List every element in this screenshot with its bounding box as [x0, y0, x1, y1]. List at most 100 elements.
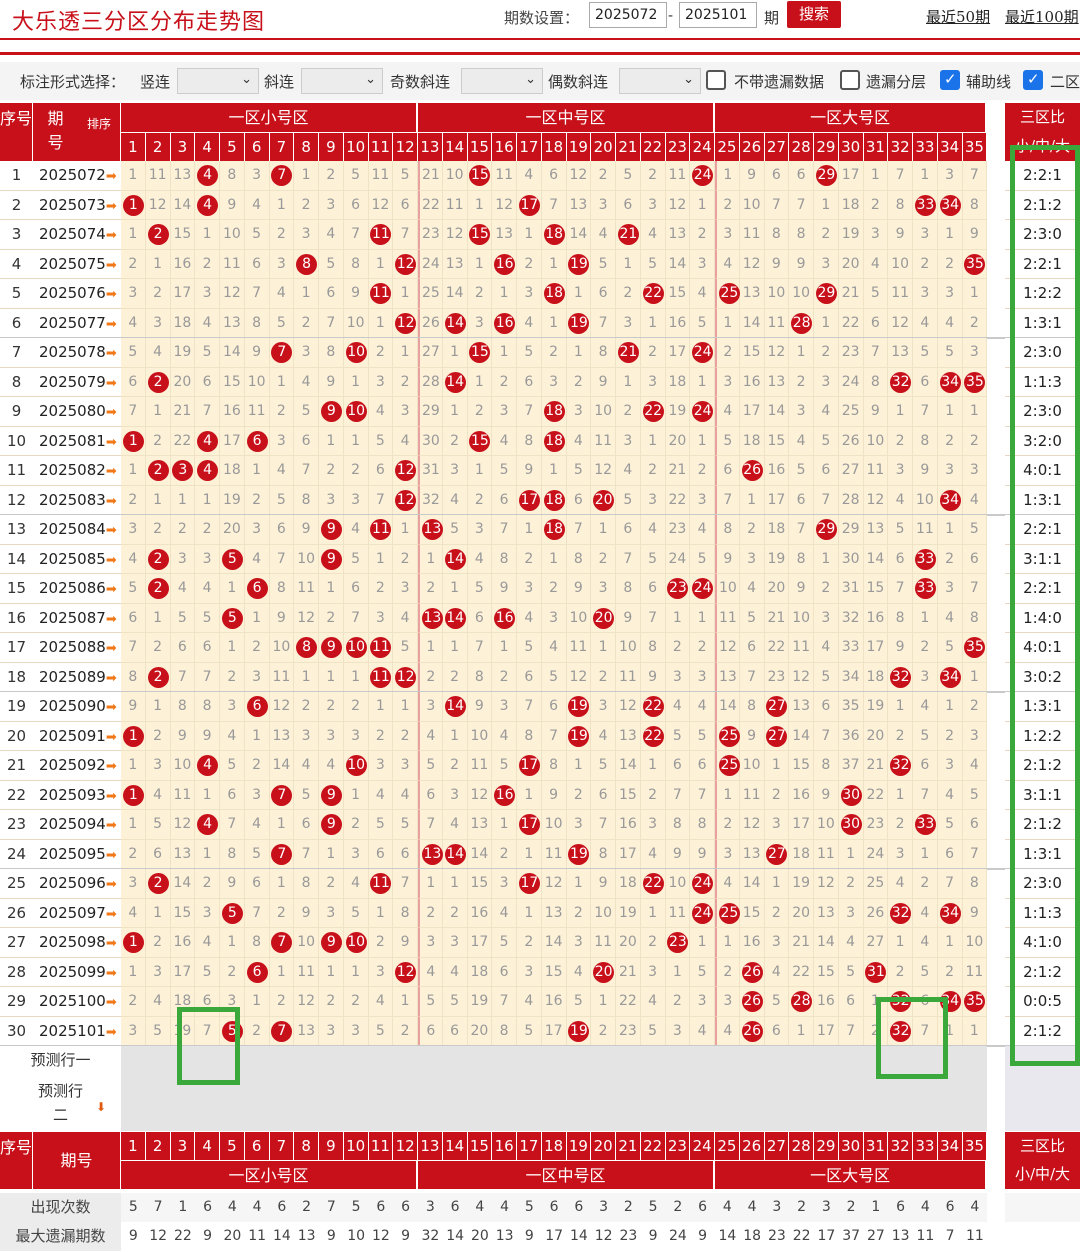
- odd-diagonal-select[interactable]: ⌄: [461, 68, 543, 94]
- number-cell: 6: [838, 987, 864, 1017]
- number-cell: 3: [195, 544, 220, 574]
- number-cell: 14: [442, 692, 468, 722]
- number-cell: 1: [492, 279, 517, 309]
- zone-two-checkbox[interactable]: [1023, 70, 1043, 90]
- number-cell: 17: [220, 426, 245, 456]
- number-cell: 6: [467, 603, 493, 633]
- drawn-number-ball: 5: [221, 607, 243, 629]
- number-cell: 11: [442, 190, 468, 220]
- number-cell: 16: [170, 928, 196, 958]
- number-cell: 7: [962, 839, 988, 869]
- number-cell: 16: [665, 308, 691, 338]
- arrow-right-icon: ➡: [105, 405, 117, 420]
- number-cell: 21: [418, 161, 443, 191]
- number-cell: 6: [888, 544, 913, 574]
- number-cell: 16: [541, 987, 567, 1017]
- number-cell: 4: [368, 780, 394, 810]
- miss-layer-checkbox[interactable]: [840, 70, 860, 90]
- max-miss-cell: 17: [814, 1222, 839, 1251]
- prediction-row-2[interactable]: [121, 1075, 988, 1131]
- number-cell: 16: [814, 987, 839, 1017]
- number-cell: 9: [764, 249, 790, 279]
- vertical-select[interactable]: ⌄: [177, 68, 259, 94]
- number-cell: 31: [838, 574, 864, 604]
- search-button[interactable]: 搜索: [787, 1, 841, 28]
- number-cell: 5: [888, 515, 913, 545]
- footer-number-header: 8: [294, 1131, 319, 1160]
- arrow-right-icon: ➡: [105, 759, 117, 774]
- period-unit-label: 期: [764, 9, 780, 27]
- aux-line-checkbox[interactable]: [940, 70, 960, 90]
- prediction-row-1[interactable]: [121, 1046, 988, 1075]
- number-cell: 6: [541, 161, 567, 191]
- number-cell: 2: [319, 603, 344, 633]
- number-cell: 6: [244, 426, 270, 456]
- number-cell: 34: [937, 190, 963, 220]
- number-cell: 2: [665, 633, 691, 663]
- footer-number-header: 2: [145, 1131, 171, 1160]
- number-cell: 30: [838, 544, 864, 574]
- arrow-down-icon[interactable]: ⬇: [96, 1095, 106, 1119]
- number-cell: 7: [121, 633, 146, 663]
- number-cell: 10: [739, 190, 765, 220]
- number-cell: 2: [913, 869, 938, 899]
- number-cell: 15: [764, 426, 790, 456]
- number-cell: 5: [591, 249, 616, 279]
- number-cell: 4: [665, 692, 691, 722]
- number-cell: 1: [145, 485, 171, 515]
- drawn-number-ball: 1: [122, 194, 144, 216]
- drawn-number-ball: 7: [271, 165, 293, 187]
- number-cell: 6: [962, 810, 988, 840]
- zone-header-3: 一区大号区: [715, 103, 988, 132]
- footer-number-header: 21: [616, 1131, 641, 1160]
- number-cell: 12: [220, 279, 245, 309]
- no-miss-data-checkbox[interactable]: [706, 70, 726, 90]
- number-cell: 32: [888, 662, 913, 692]
- count-cell: 6: [442, 1193, 468, 1222]
- number-cell: 4: [715, 397, 740, 427]
- end-period-input[interactable]: 2025101: [679, 2, 757, 28]
- number-cell: 14: [269, 751, 295, 781]
- number-cell: 3: [393, 397, 418, 427]
- number-cell: 1: [566, 869, 592, 899]
- number-cell: 15: [467, 338, 493, 368]
- number-cell: 1: [121, 220, 146, 250]
- number-cell: 12: [888, 308, 913, 338]
- number-cell: 5: [814, 662, 839, 692]
- number-cell: 2: [888, 810, 913, 840]
- number-cell: 1: [715, 161, 740, 191]
- period-number: 2025088: [39, 638, 106, 656]
- period-number: 2025093: [39, 785, 106, 804]
- number-cell: 4: [121, 544, 146, 574]
- number-cell: 9: [343, 279, 369, 309]
- number-cell: 1: [467, 367, 493, 397]
- recent-50-link[interactable]: 最近50期: [926, 6, 990, 27]
- number-cell: 11: [145, 161, 171, 191]
- number-cell: 22: [863, 780, 889, 810]
- number-cell: 27: [838, 456, 864, 486]
- number-cell: 1: [517, 898, 542, 928]
- recent-100-link[interactable]: 最近100期: [1005, 6, 1079, 27]
- number-cell: 16: [789, 780, 814, 810]
- number-cell: 7: [220, 810, 245, 840]
- number-cell: 1: [294, 279, 319, 309]
- diagonal-select[interactable]: ⌄: [301, 68, 383, 94]
- sort-button[interactable]: 排序: [78, 103, 121, 161]
- number-cell: 3: [121, 1016, 146, 1046]
- row-period: 2025077➡: [33, 308, 121, 338]
- number-cell: 9: [319, 928, 344, 958]
- number-cell: 17: [170, 279, 196, 309]
- number-cell: 11: [913, 515, 938, 545]
- even-diagonal-select[interactable]: ⌄: [619, 68, 701, 94]
- arrow-right-icon: ➡: [105, 1024, 117, 1040]
- arrow-right-icon: ➡: [105, 906, 117, 922]
- number-cell: 1: [368, 692, 394, 722]
- number-cell: 1: [690, 603, 715, 633]
- number-cell: 6: [492, 485, 517, 515]
- number-cell: 12: [294, 987, 319, 1017]
- number-cell: 1: [121, 456, 146, 486]
- number-header: 28: [789, 132, 814, 161]
- drawn-number-ball: 1: [122, 784, 144, 806]
- number-cell: 9: [789, 249, 814, 279]
- start-period-input[interactable]: 2025072: [589, 2, 667, 28]
